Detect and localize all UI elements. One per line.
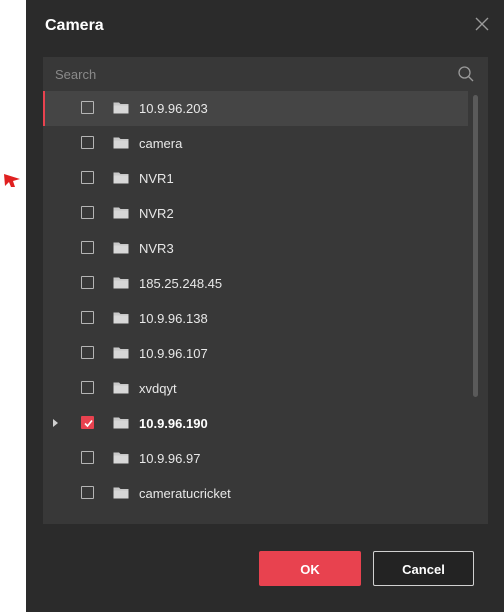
expand-arrow-icon[interactable] — [53, 419, 58, 427]
row-checkbox[interactable] — [81, 346, 94, 359]
close-icon[interactable] — [472, 14, 492, 34]
tree-row[interactable]: 10.9.96.190 — [43, 406, 468, 441]
search-icon[interactable] — [457, 65, 475, 83]
page: Camera 10.9.96.203 camera NVR1 NVR2 NVR3 185.… — [0, 0, 504, 612]
row-checkbox[interactable] — [81, 311, 94, 324]
search-bar — [43, 57, 488, 91]
cancel-button[interactable]: Cancel — [373, 551, 474, 586]
tree-row-label: 185.25.248.45 — [139, 276, 223, 291]
row-checkbox[interactable] — [81, 451, 94, 464]
selection-marker — [43, 91, 45, 126]
row-checkbox[interactable] — [81, 101, 94, 114]
search-input[interactable] — [43, 57, 453, 91]
tree-row[interactable]: 185.25.248.45 — [43, 266, 468, 301]
tree-row[interactable]: NVR3 — [43, 231, 468, 266]
checkmark-icon — [84, 419, 93, 428]
tree-row[interactable]: xvdqyt — [43, 371, 468, 406]
tree-row[interactable]: 10.9.96.203 — [43, 91, 468, 126]
row-checkbox[interactable] — [81, 486, 94, 499]
row-checkbox[interactable] — [81, 416, 94, 429]
row-checkbox[interactable] — [81, 276, 94, 289]
row-checkbox[interactable] — [81, 381, 94, 394]
tree-row-label: 10.9.96.107 — [139, 346, 208, 361]
folder-icon — [113, 102, 129, 114]
red-arrow-icon — [4, 174, 20, 187]
background-strip — [0, 0, 26, 612]
tree-row[interactable]: 10.9.96.138 — [43, 301, 468, 336]
folder-icon — [113, 172, 129, 184]
folder-icon — [113, 277, 129, 289]
tree-row-label: 10.9.96.190 — [139, 416, 208, 431]
tree-row-label: 10.9.96.203 — [139, 101, 208, 116]
tree-row-label: cameratucricket — [139, 486, 231, 501]
tree-row[interactable]: NVR2 — [43, 196, 468, 231]
folder-icon — [113, 312, 129, 324]
tree-row-label: 10.9.96.97 — [139, 451, 201, 466]
dialog-title: Camera — [45, 17, 104, 34]
folder-icon — [113, 452, 129, 464]
tree-row-label: NVR3 — [139, 241, 174, 256]
tree-row[interactable]: cameratucricket — [43, 476, 468, 511]
folder-icon — [113, 417, 129, 429]
row-checkbox[interactable] — [81, 136, 94, 149]
folder-icon — [113, 382, 129, 394]
tree-row-label: 10.9.96.138 — [139, 311, 208, 326]
folder-icon — [113, 137, 129, 149]
row-checkbox[interactable] — [81, 171, 94, 184]
tree-row-label: xvdqyt — [139, 381, 177, 396]
folder-icon — [113, 347, 129, 359]
tree-row-label: camera — [139, 136, 183, 151]
row-checkbox[interactable] — [81, 206, 94, 219]
tree-row-label: NVR1 — [139, 171, 174, 186]
row-checkbox[interactable] — [81, 241, 94, 254]
tree-row[interactable]: 10.9.96.97 — [43, 441, 468, 476]
tree-row[interactable]: 10.9.96.107 — [43, 336, 468, 371]
camera-tree: 10.9.96.203 camera NVR1 NVR2 NVR3 185.25.248.… — [43, 91, 488, 524]
folder-icon — [113, 207, 129, 219]
tree-row[interactable]: NVR1 — [43, 161, 468, 196]
scrollbar-thumb[interactable] — [473, 95, 478, 397]
folder-icon — [113, 242, 129, 254]
camera-list-panel: 10.9.96.203 camera NVR1 NVR2 NVR3 185.25.248.… — [43, 57, 488, 524]
ok-button[interactable]: OK — [259, 551, 361, 586]
tree-row[interactable]: camera — [43, 126, 468, 161]
camera-dialog: Camera 10.9.96.203 camera NVR1 NVR2 NVR3 185.… — [26, 0, 504, 612]
tree-row-label: NVR2 — [139, 206, 174, 221]
folder-icon — [113, 487, 129, 499]
